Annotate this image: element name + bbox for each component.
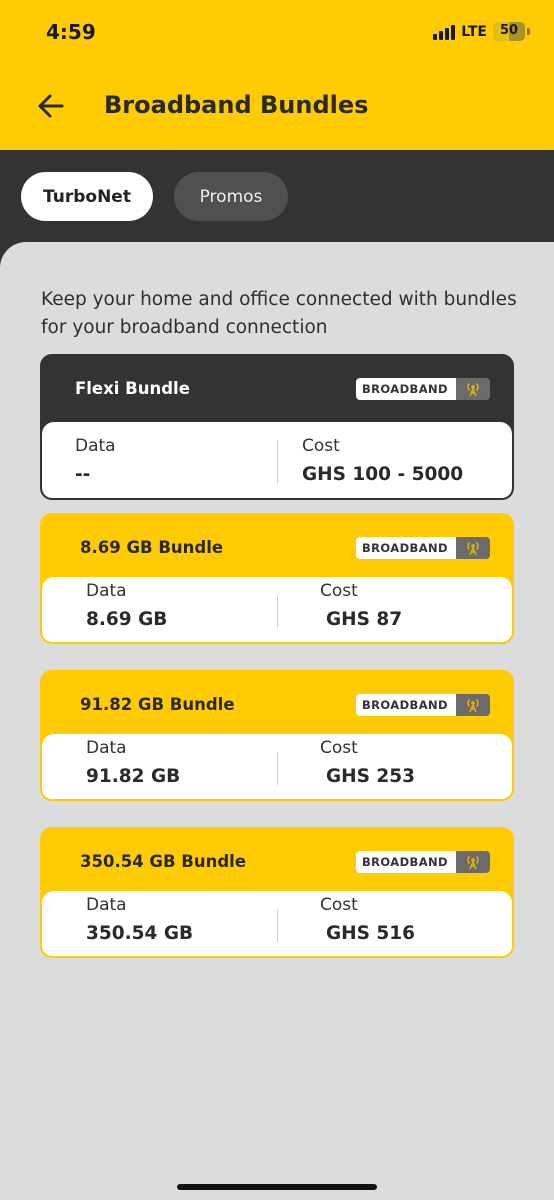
broadband-antenna-icon bbox=[456, 537, 490, 559]
broadband-badge: BROADBAND bbox=[356, 851, 490, 873]
battery-icon: 50 bbox=[493, 22, 525, 41]
cost-value: GHS 253 bbox=[326, 766, 416, 787]
arrow-left-icon bbox=[38, 94, 64, 118]
bundle-name: 91.82 GB Bundle bbox=[80, 695, 235, 714]
status-time: 4:59 bbox=[46, 20, 96, 44]
tab-turbonet[interactable]: TurboNet bbox=[21, 172, 153, 221]
cost-value: GHS 87 bbox=[326, 609, 403, 630]
broadband-antenna-icon bbox=[456, 694, 490, 716]
divider bbox=[277, 909, 278, 942]
broadband-badge: BROADBAND bbox=[356, 537, 490, 559]
cost-value: GHS 100 - 5000 bbox=[302, 464, 464, 485]
intro-text: Keep your home and office connected with… bbox=[41, 289, 517, 338]
bundle-card-91-82gb[interactable]: 91.82 GB Bundle BROADBAND Data 91.82 GB … bbox=[40, 670, 514, 801]
badge-label: BROADBAND bbox=[356, 378, 456, 400]
divider bbox=[277, 595, 278, 628]
data-value: -- bbox=[75, 464, 91, 485]
page-title: Broadband Bundles bbox=[104, 91, 369, 119]
bundle-name: 8.69 GB Bundle bbox=[80, 538, 224, 557]
status-indicators: LTE 50 bbox=[433, 22, 530, 41]
divider bbox=[277, 440, 278, 484]
data-label: Data bbox=[86, 895, 127, 915]
bundle-card-flexi[interactable]: Flexi Bundle BROADBAND Data -- Cost GHS … bbox=[40, 354, 514, 500]
data-value: 8.69 GB bbox=[86, 609, 168, 630]
bundle-card-body: Data 8.69 GB Cost GHS 87 bbox=[42, 577, 512, 642]
cost-label: Cost bbox=[320, 895, 358, 915]
bundle-card-header: 8.69 GB Bundle BROADBAND bbox=[42, 515, 512, 577]
bundle-card-8-69gb[interactable]: 8.69 GB Bundle BROADBAND Data 8.69 GB Co… bbox=[40, 513, 514, 644]
broadband-badge: BROADBAND bbox=[356, 378, 490, 400]
bundle-name: Flexi Bundle bbox=[75, 379, 190, 398]
signal-icon bbox=[433, 24, 456, 40]
home-indicator[interactable] bbox=[177, 1184, 377, 1190]
battery-percent: 50 bbox=[499, 23, 519, 38]
bundle-card-header: 350.54 GB Bundle BROADBAND bbox=[42, 829, 512, 891]
bundle-name: 350.54 GB Bundle bbox=[80, 852, 247, 871]
data-label: Data bbox=[86, 581, 127, 601]
tab-promos[interactable]: Promos bbox=[174, 172, 288, 221]
badge-label: BROADBAND bbox=[356, 694, 456, 716]
cost-label: Cost bbox=[302, 436, 340, 456]
data-value: 91.82 GB bbox=[86, 766, 181, 787]
data-label: Data bbox=[86, 738, 127, 758]
data-value: 350.54 GB bbox=[86, 923, 194, 944]
badge-label: BROADBAND bbox=[356, 537, 456, 559]
cost-label: Cost bbox=[320, 738, 358, 758]
main-content: Keep your home and office connected with… bbox=[0, 242, 554, 1200]
data-label: Data bbox=[75, 436, 116, 456]
bundle-card-body: Data -- Cost GHS 100 - 5000 bbox=[42, 422, 512, 498]
bundle-card-header: Flexi Bundle BROADBAND bbox=[42, 356, 512, 422]
badge-label: BROADBAND bbox=[356, 851, 456, 873]
bundle-card-header: 91.82 GB Bundle BROADBAND bbox=[42, 672, 512, 734]
cost-value: GHS 516 bbox=[326, 923, 416, 944]
network-type: LTE bbox=[461, 23, 487, 40]
broadband-antenna-icon bbox=[456, 851, 490, 873]
divider bbox=[277, 752, 278, 785]
bundle-card-body: Data 91.82 GB Cost GHS 253 bbox=[42, 734, 512, 799]
bundle-card-350-54gb[interactable]: 350.54 GB Bundle BROADBAND Data 350.54 G… bbox=[40, 827, 514, 958]
bundle-card-body: Data 350.54 GB Cost GHS 516 bbox=[42, 891, 512, 956]
cost-label: Cost bbox=[320, 581, 358, 601]
app-header: 4:59 LTE 50 Broadband Bundles bbox=[0, 0, 554, 150]
broadband-badge: BROADBAND bbox=[356, 694, 490, 716]
broadband-antenna-icon bbox=[456, 378, 490, 400]
back-button[interactable] bbox=[34, 88, 70, 124]
